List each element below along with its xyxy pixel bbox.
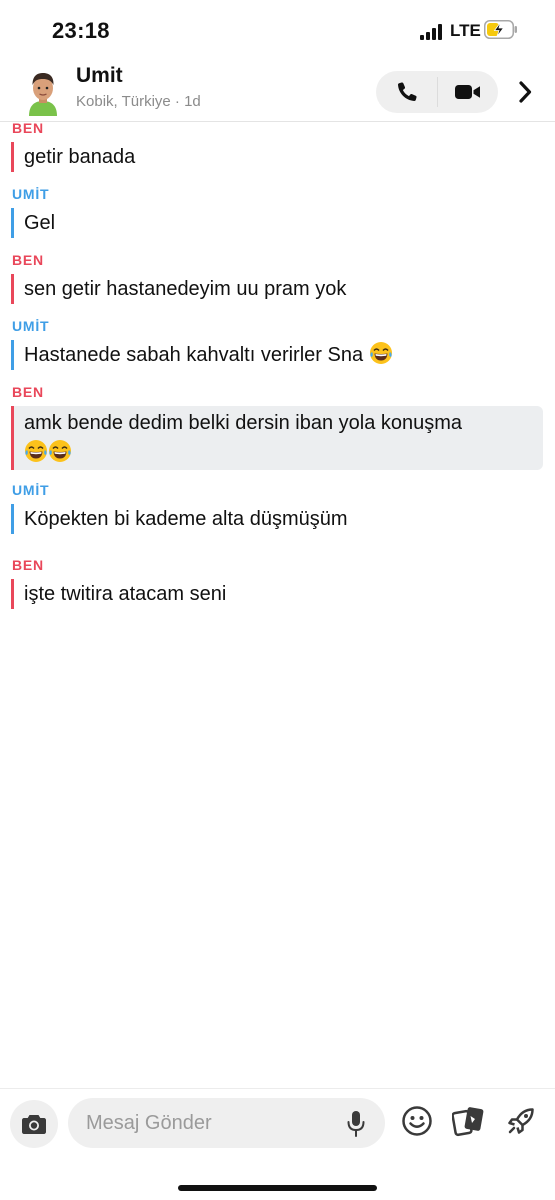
laughing-emoji-icon [49, 440, 71, 462]
sender-label: BEN [12, 384, 44, 400]
sender-label: BEN [12, 557, 44, 573]
message-text: Hastanede sabah kahvaltı verirler Sna [24, 344, 364, 366]
emoji-button[interactable] [399, 1103, 435, 1139]
message-text[interactable]: Köpekten bi kademe alta düşmüşüm [11, 504, 348, 534]
message-text: amk bende dedim belki dersin iban yola k… [24, 412, 463, 434]
message-bubble-highlighted[interactable]: amk bende dedim belki dersin iban yola k… [11, 406, 543, 470]
message-input[interactable] [86, 1098, 336, 1148]
message-text[interactable]: Gel [11, 208, 55, 238]
camera-button[interactable] [10, 1100, 58, 1148]
sender-label: UMİT [12, 186, 50, 202]
smiley-icon [402, 1106, 432, 1136]
video-call-button[interactable] [437, 71, 498, 113]
composer-bar [0, 1088, 555, 1200]
battery-icon [484, 20, 517, 39]
chat-screen: 23:18 LTE Umit Kobik, Türkiye · 1d BEN g… [0, 0, 555, 1200]
contact-location-time: Kobik, Türkiye · 1d [76, 93, 201, 110]
network-label: LTE [450, 21, 481, 40]
message-text[interactable]: işte twitira atacam seni [11, 579, 226, 609]
camera-icon [22, 1115, 46, 1134]
voice-call-button[interactable] [376, 71, 437, 113]
home-indicator [178, 1185, 377, 1191]
stickers-icon [452, 1107, 484, 1137]
chevron-right-icon[interactable] [514, 78, 536, 106]
contact-name[interactable]: Umit [76, 64, 123, 88]
status-time: 23:18 [52, 18, 110, 43]
phone-icon [397, 82, 417, 102]
sender-label: UMİT [12, 318, 50, 334]
status-bar: 23:18 LTE [0, 0, 555, 60]
rocket-icon [508, 1108, 534, 1134]
microphone-icon[interactable] [345, 1110, 367, 1138]
video-icon [454, 85, 480, 99]
call-buttons [376, 71, 498, 113]
message-text[interactable]: sen getir hastanedeyim uu pram yok [11, 274, 346, 304]
sender-label: BEN [12, 120, 44, 136]
message-input-container [68, 1098, 385, 1148]
message-bubble[interactable]: Hastanede sabah kahvaltı verirler Sna [11, 340, 393, 370]
chat-header: Umit Kobik, Türkiye · 1d [0, 60, 555, 122]
laughing-emoji-icon [369, 342, 392, 364]
laughing-emoji-icon [25, 440, 47, 462]
games-button[interactable] [503, 1103, 539, 1139]
avatar[interactable] [20, 68, 66, 116]
message-text[interactable]: getir banada [11, 142, 135, 172]
signal-icon [420, 24, 444, 40]
sender-label: BEN [12, 252, 44, 268]
sender-label: UMİT [12, 482, 50, 498]
stickers-button[interactable] [451, 1103, 487, 1139]
